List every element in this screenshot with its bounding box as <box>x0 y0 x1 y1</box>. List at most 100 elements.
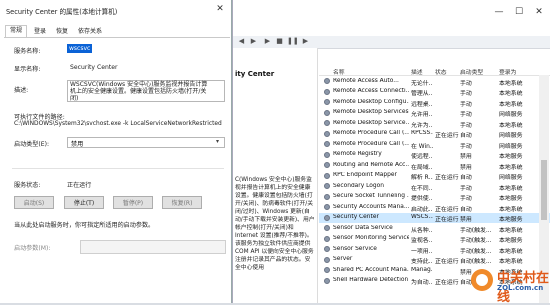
tab-recovery[interactable]: 恢复 <box>52 27 72 37</box>
service-startup: 手动(触发... <box>460 248 492 255</box>
gear-icon <box>324 99 330 105</box>
service-logon: 本地系统 <box>499 259 523 265</box>
stop-icon[interactable]: ■ <box>275 37 284 46</box>
service-row[interactable]: Routing and Remote Acc... 在局域... 禁用 本地系统 <box>319 160 550 171</box>
service-startup: 禁用 <box>460 217 472 223</box>
services-list-header: 名称 描述 状态 启动类型 登录为 <box>319 66 550 76</box>
service-desc: RPCSS... <box>411 130 433 136</box>
service-name: Security Accounts Mana... <box>333 203 409 210</box>
service-logon: 本地系统 <box>499 91 523 97</box>
gear-icon <box>324 214 330 221</box>
service-row[interactable]: Remote Registry 使远程... 禁用 本地服务 <box>319 150 550 160</box>
services-window: — ☐ ✕ ◀ ▶ ▶ ■ ❚❚ ▶ ity Center C(Windows … <box>232 0 550 303</box>
startup-type-value: 禁用 <box>71 141 84 148</box>
col-logon[interactable]: 登录为 <box>499 67 516 76</box>
service-row[interactable]: Secondary Logon 在不同... 手动 本地系统 <box>319 181 550 192</box>
service-name: Security Center <box>333 214 379 220</box>
restart-icon[interactable]: ▶ <box>301 37 310 46</box>
chevron-down-icon[interactable]: ▾ <box>216 138 219 145</box>
gear-icon <box>324 78 330 84</box>
pause-icon[interactable]: ❚❚ <box>287 37 299 46</box>
start-params-hint: 当从此处启动服务时，你可指定所适用的启动参数。 <box>14 222 155 229</box>
service-name: Routing and Remote Acc... <box>333 161 409 168</box>
service-logon: 网络服务 <box>499 175 523 181</box>
service-row[interactable]: Security Accounts Mana... 启动此... 正在运行 自动 本地系… <box>319 202 550 213</box>
service-startup: 手动 <box>460 196 472 202</box>
col-startup[interactable]: 启动类型 <box>460 67 483 76</box>
service-row[interactable]: Secure Socket Tunneling ... 提供使... 手动 本地服务 <box>319 192 550 202</box>
service-desc: 允许用... <box>411 112 433 118</box>
service-logon: 本地系统 <box>499 122 523 129</box>
service-startup: 自动 <box>460 206 472 213</box>
close-icon[interactable]: ✕ <box>531 6 547 18</box>
col-status[interactable]: 状态 <box>435 67 447 76</box>
service-name-value[interactable]: wscsvc <box>67 44 93 53</box>
service-row[interactable]: Remote Procedure Call (...在 Win... 手动 网络服务 <box>319 139 550 150</box>
service-status: 正在运行 <box>435 175 459 181</box>
service-startup: 手动 <box>460 80 472 87</box>
service-logon: 本地系统 <box>499 248 523 255</box>
service-row[interactable]: Remote Desktop Configu... 远程桌... 手动 本地系统 <box>319 97 550 108</box>
service-logon: 本地系统 <box>499 206 523 213</box>
divider <box>12 168 224 169</box>
tab-logon[interactable]: 登录 <box>30 27 50 37</box>
back-icon[interactable]: ◀ <box>237 37 246 46</box>
display-name-value[interactable]: Security Center <box>70 64 117 71</box>
close-icon[interactable]: ✕ <box>213 3 227 15</box>
service-status: 正在运行 <box>435 133 459 139</box>
service-row[interactable]: Server 支持此... 正在运行 自动(触发... 本地系统 <box>319 255 550 265</box>
col-name[interactable]: 名称 <box>333 67 345 76</box>
exe-path-label: 可执行文件的路径: <box>14 114 65 121</box>
service-name: Sensor Monitoring Service <box>333 235 409 241</box>
service-logon: 网络服务 <box>499 133 523 139</box>
service-name: Remote Registry <box>333 151 382 157</box>
start-params-input[interactable] <box>80 240 226 254</box>
gear-icon <box>324 204 330 210</box>
service-status: 正在运行 <box>435 217 459 223</box>
service-name: Remote Desktop Service... <box>333 119 409 126</box>
gear-icon <box>324 130 330 137</box>
service-startup: 手动 <box>460 112 472 118</box>
gear-icon <box>324 183 330 189</box>
service-row[interactable]: Remote Access Connecti... 管理从... 手动 本地系统 <box>319 87 550 97</box>
start-button[interactable]: 启动(S) <box>14 196 54 209</box>
service-row[interactable]: Remote Access Auto... 无论什... 手动 本地系统 <box>319 76 550 87</box>
service-row[interactable]: Remote Procedure Call (...RPCSS...正在运行自动… <box>319 129 550 139</box>
gear-icon <box>324 88 330 95</box>
tab-dependencies[interactable]: 依存关系 <box>74 27 106 37</box>
minimize-icon[interactable]: — <box>491 6 507 18</box>
service-desc: 允许为... <box>411 122 433 129</box>
service-row[interactable]: Sensor Monitoring Service 监视各... 手动(触发... 本… <box>319 234 550 244</box>
description-label: 描述: <box>14 87 29 94</box>
service-row[interactable]: Security Center WSCS... 正在运行 禁用 本地服务 <box>319 212 550 223</box>
gear-icon <box>324 246 330 252</box>
resume-button[interactable]: 恢复(R) <box>162 196 202 209</box>
exe-path-value[interactable]: C:\WINDOWS\System32\svchost.exe -k Local… <box>14 121 222 127</box>
service-logon: 本地系统 <box>499 185 523 192</box>
col-desc[interactable]: 描述 <box>411 67 423 76</box>
pause-button[interactable]: 暂停(P) <box>113 196 153 209</box>
service-row[interactable]: Sensor Service 一项用... 手动(触发... 本地系统 <box>319 244 550 255</box>
service-name: Remote Procedure Call (... <box>333 130 409 136</box>
service-logon: 本地服务 <box>499 196 523 202</box>
service-row[interactable]: Remote Desktop Service... 允许为... 手动 本地系统 <box>319 118 550 129</box>
service-row[interactable]: Remote Desktop Services 允许用... 手动 网络服务 <box>319 108 550 118</box>
service-startup: 手动(触发... <box>460 227 492 234</box>
service-desc: 管理从... <box>411 91 433 97</box>
maximize-icon[interactable]: ☐ <box>511 6 527 18</box>
service-startup: 手动 <box>460 143 472 150</box>
stop-button[interactable]: 停止(T) <box>64 196 104 209</box>
service-startup: 手动 <box>460 185 472 192</box>
service-desc: 从各种... <box>411 227 433 234</box>
service-name: Secondary Logon <box>333 182 384 189</box>
service-logon: 本地服务 <box>499 154 523 160</box>
service-row[interactable]: Sensor Data Service 从各种... 手动(触发... 本地系统 <box>319 223 550 234</box>
forward-icon[interactable]: ▶ <box>249 37 258 46</box>
scrollbar-thumb[interactable] <box>541 160 547 220</box>
service-desc: 启动此... <box>411 206 433 213</box>
gear-icon <box>324 141 330 147</box>
service-logon: 本地系统 <box>499 164 523 171</box>
startup-type-select[interactable] <box>67 137 225 148</box>
play-icon[interactable]: ▶ <box>263 37 272 46</box>
service-row[interactable]: RPC Endpoint Mapper 解析 R... 正在运行 自动 网络服务 <box>319 171 550 181</box>
